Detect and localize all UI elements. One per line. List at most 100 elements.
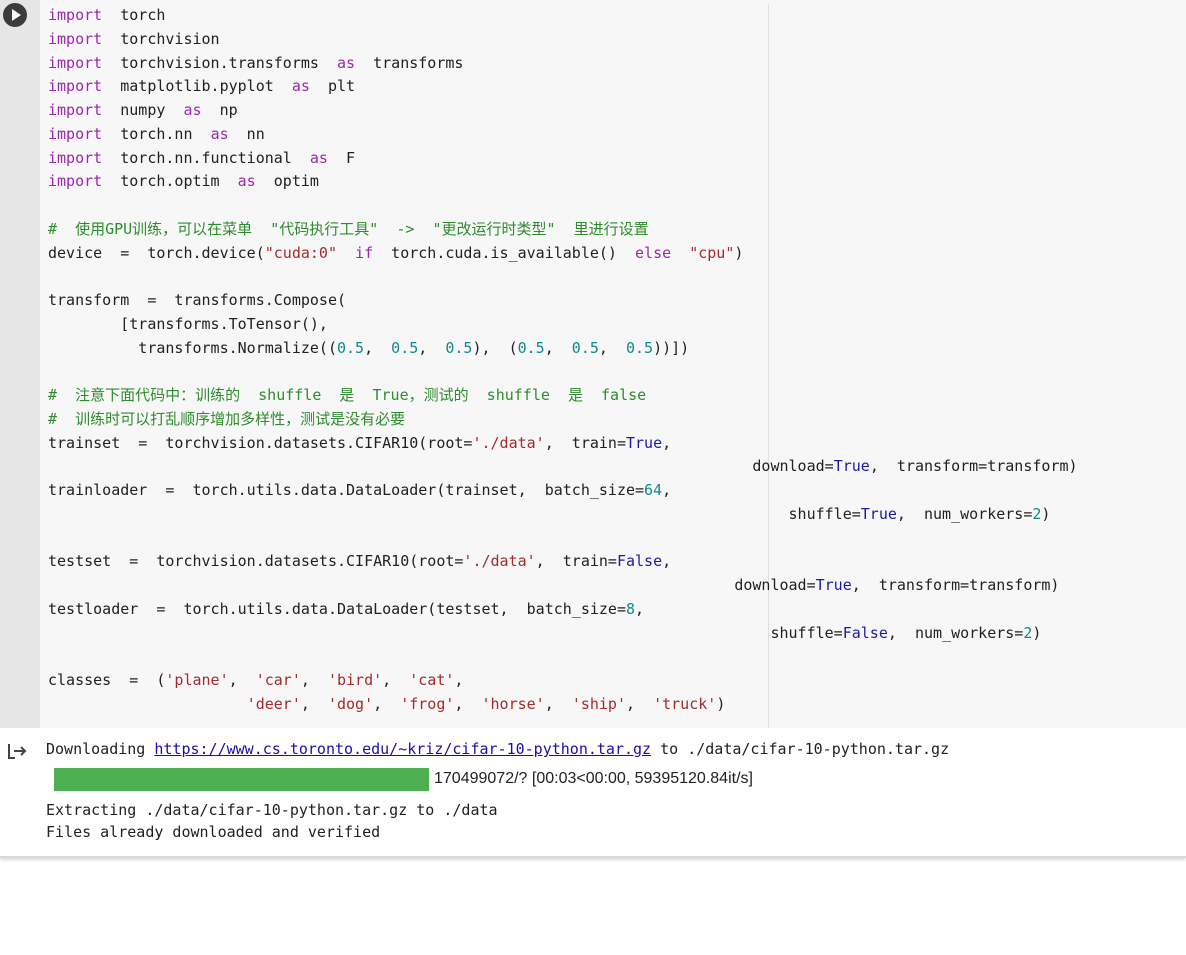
code-token: F bbox=[327, 148, 356, 167]
code-token: , bbox=[364, 338, 392, 357]
code-token: plt bbox=[309, 77, 356, 96]
code-line: testset = torchvision.datasets.CIFAR10(r… bbox=[48, 550, 1178, 574]
code-token: ) bbox=[1041, 504, 1051, 523]
code-token: , bbox=[662, 552, 672, 571]
code-token: 0.5 bbox=[571, 338, 599, 357]
code-token: testset = torchvision.datasets.CIFAR10(r… bbox=[48, 552, 464, 571]
code-token: np bbox=[201, 101, 238, 119]
progress-fill bbox=[54, 768, 429, 791]
code-token: else bbox=[635, 243, 672, 262]
code-token: 'cat' bbox=[409, 671, 455, 689]
code-token: import bbox=[48, 53, 103, 72]
code-token: download= bbox=[48, 576, 816, 594]
code-token: , bbox=[418, 338, 446, 357]
code-token: 'deer' bbox=[246, 694, 301, 713]
code-line: transforms.Normalize((0.5, 0.5, 0.5), (0… bbox=[48, 337, 1178, 361]
code-token: download= bbox=[48, 457, 834, 476]
code-token: # 使用GPU训练，可以在菜单 "代码执行工具" -> "更改运行时类型" 里进… bbox=[48, 219, 649, 238]
code-token: ), ( bbox=[472, 338, 518, 357]
code-token: import bbox=[48, 148, 103, 167]
code-token: , bbox=[228, 671, 256, 689]
code-token: 0.5 bbox=[336, 338, 365, 357]
code-token: trainloader = torch.utils.data.DataLoade… bbox=[48, 481, 645, 499]
code-line: trainset = torchvision.datasets.CIFAR10(… bbox=[48, 432, 1178, 456]
code-token: , bbox=[598, 338, 626, 357]
code-token: , bbox=[454, 694, 482, 713]
code-token: import bbox=[48, 172, 103, 191]
code-token: "cpu" bbox=[689, 243, 735, 262]
download-suffix: to ./data/cifar-10-python.tar.gz bbox=[651, 740, 950, 758]
code-line: import torchvision bbox=[48, 28, 1178, 52]
code-line: shuffle=True, num_workers=2) bbox=[48, 503, 1178, 527]
code-token: 'plane' bbox=[165, 671, 229, 689]
code-token: , num_workers= bbox=[887, 623, 1024, 642]
code-line: import torch.nn.functional as F bbox=[48, 147, 1178, 171]
code-token: './data' bbox=[472, 433, 545, 452]
code-token: import bbox=[48, 124, 103, 143]
code-token: torch.cuda.is_available() bbox=[373, 243, 636, 262]
code-line: import torchvision.transforms as transfo… bbox=[48, 52, 1178, 76]
code-token: True bbox=[860, 504, 897, 523]
code-token: 'bird' bbox=[327, 671, 383, 689]
code-token: 'horse' bbox=[481, 694, 545, 713]
code-token: , bbox=[382, 671, 410, 689]
code-token: , bbox=[662, 433, 672, 452]
code-token: 'car' bbox=[255, 671, 301, 689]
code-token: transforms.Normalize(( bbox=[48, 338, 337, 357]
progress-text: 170499072/? [00:03<00:00, 59395120.84it/… bbox=[434, 770, 753, 787]
code-token: shuffle= bbox=[48, 504, 861, 523]
code-token: classes = ( bbox=[48, 671, 166, 689]
play-icon bbox=[12, 9, 21, 21]
code-token: as bbox=[237, 172, 256, 191]
code-token: matplotlib.pyplot bbox=[102, 77, 292, 96]
code-token: , bbox=[300, 694, 328, 713]
code-token: optim bbox=[255, 172, 319, 191]
download-line: Downloading https://www.cs.toronto.edu/~… bbox=[46, 740, 949, 758]
code-line: download=True, transform=transform) bbox=[48, 455, 1178, 479]
code-token: False bbox=[616, 552, 663, 571]
extracting-line: Extracting ./data/cifar-10-python.tar.gz… bbox=[46, 801, 498, 819]
code-text[interactable]: import torch import torchvision import tor… bbox=[48, 4, 1178, 717]
code-token: as bbox=[183, 101, 202, 119]
code-token: # 训练时可以打乱顺序增加多样性，测试是没有必要 bbox=[48, 409, 406, 428]
code-token: numpy bbox=[102, 101, 184, 119]
code-line: testloader = torch.utils.data.DataLoader… bbox=[48, 598, 1178, 622]
code-token: , bbox=[454, 671, 464, 689]
code-token: True bbox=[815, 576, 852, 594]
code-token: , transform=transform) bbox=[851, 576, 1060, 594]
code-token: 'truck' bbox=[653, 694, 717, 713]
download-prefix: Downloading bbox=[46, 740, 155, 758]
run-cell-button[interactable] bbox=[3, 3, 27, 27]
code-token: 'frog' bbox=[400, 694, 455, 713]
code-token: , num_workers= bbox=[896, 504, 1033, 523]
code-token: # 注意下面代码中：训练的 shuffle 是 True，测试的 shuffle… bbox=[48, 386, 647, 404]
code-token: ) bbox=[716, 694, 726, 713]
code-token: 'dog' bbox=[327, 694, 374, 713]
code-line: trainloader = torch.utils.data.DataLoade… bbox=[48, 479, 1178, 503]
download-link[interactable]: https://www.cs.toronto.edu/~kriz/cifar-1… bbox=[154, 740, 651, 758]
code-token: , transform=transform) bbox=[869, 457, 1078, 476]
code-token: transforms bbox=[355, 53, 464, 72]
code-cell[interactable]: import torch import torchvision import tor… bbox=[0, 0, 1186, 728]
code-token: torch.nn.functional bbox=[102, 148, 310, 167]
code-line: shuffle=False, num_workers=2) bbox=[48, 622, 1178, 646]
code-line: 'deer', 'dog', 'frog', 'horse', 'ship', … bbox=[48, 693, 1178, 717]
code-line: # 注意下面代码中：训练的 shuffle 是 True，测试的 shuffle… bbox=[48, 384, 1178, 408]
code-token: torch.optim bbox=[102, 172, 238, 191]
code-token: [transforms.ToTensor(), bbox=[48, 314, 328, 333]
code-line: download=True, transform=transform) bbox=[48, 574, 1178, 598]
output-redirect-icon[interactable] bbox=[6, 740, 28, 762]
code-token: nn bbox=[228, 124, 265, 143]
code-token: testloader = torch.utils.data.DataLoader… bbox=[48, 599, 626, 618]
code-token: , bbox=[300, 671, 328, 689]
download-progress-bar bbox=[54, 768, 429, 791]
code-token: , bbox=[544, 338, 572, 357]
code-token: 8 bbox=[625, 599, 635, 618]
code-token: , bbox=[373, 694, 401, 713]
code-line: transform = transforms.Compose( bbox=[48, 289, 1178, 313]
